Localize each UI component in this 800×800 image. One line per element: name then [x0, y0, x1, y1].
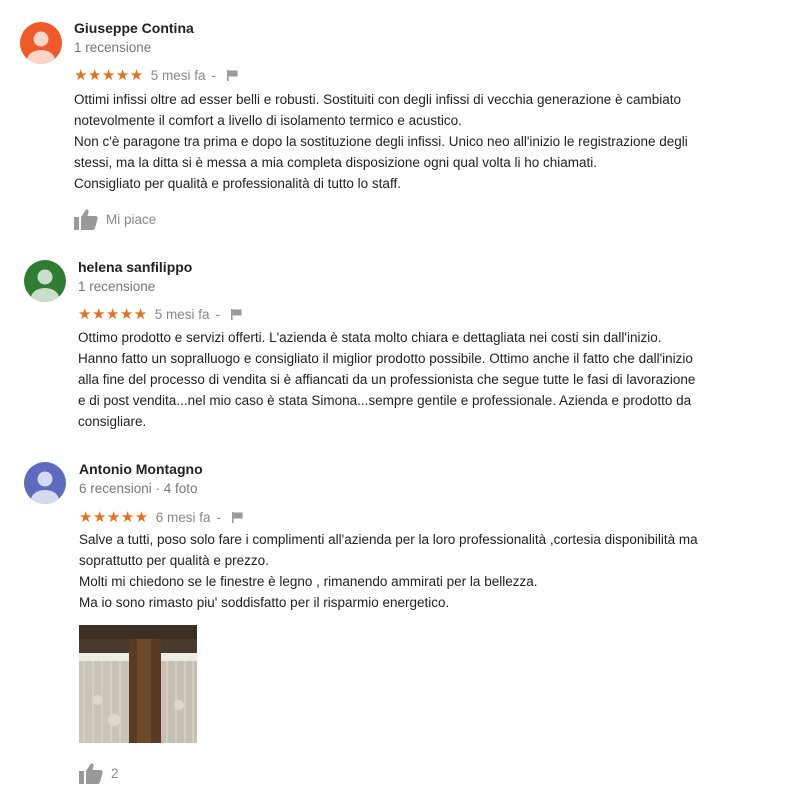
- review-text-line: Hanno fatto un sopralluogo e consigliato…: [78, 351, 693, 366]
- reviewer-name[interactable]: Antonio Montagno: [79, 461, 203, 477]
- review-text-line: notevolmente il comfort a livello di iso…: [74, 113, 462, 128]
- review-text-line: Consigliato per qualità e professionalit…: [74, 176, 401, 191]
- avatar[interactable]: [24, 462, 66, 504]
- star-rating: ★★★★★: [78, 306, 148, 323]
- review-count[interactable]: 1 recensione: [74, 40, 151, 55]
- review-text-line: Non c'è paragone tra prima e dopo la sos…: [74, 134, 688, 149]
- review-photo[interactable]: [79, 625, 197, 743]
- rating-row: ★★★★★ 6 mesi fa -: [79, 508, 243, 526]
- review-text-line: stessi, ma la ditta si è messa a mia com…: [74, 155, 597, 170]
- like-button[interactable]: 2: [79, 762, 119, 784]
- review-text-line: alla fine del processo di vendita si è a…: [78, 372, 696, 387]
- review-date: 6 mesi fa: [155, 509, 211, 525]
- review-text-line: consigliare.: [78, 414, 147, 429]
- star-rating: ★★★★★: [74, 67, 144, 84]
- flag-icon[interactable]: [232, 511, 243, 523]
- review-count[interactable]: 6 recensioni · 4 foto: [79, 481, 198, 496]
- reviewer-name[interactable]: helena sanfilippo: [78, 259, 192, 275]
- rating-row: ★★★★★ 5 mesi fa -: [78, 305, 242, 323]
- star-rating: ★★★★★: [79, 509, 149, 526]
- like-count: 2: [111, 765, 119, 781]
- like-button[interactable]: Mi piace: [74, 208, 156, 230]
- flag-icon[interactable]: [231, 308, 242, 320]
- review-text-line: Ma io sono rimasto piu' soddisfatto per …: [79, 595, 450, 610]
- review-date: 5 mesi fa: [150, 67, 206, 83]
- review-text: Ottimo prodotto e servizi offerti. L'azi…: [78, 327, 695, 432]
- review-text: Ottimi infissi oltre ad esser belli e ro…: [74, 89, 688, 194]
- like-label: Mi piace: [106, 211, 157, 227]
- person-icon: [24, 462, 66, 504]
- review-text-line: Ottimo prodotto e servizi offerti. L'azi…: [78, 330, 662, 345]
- separator: -: [211, 67, 217, 83]
- person-icon: [20, 22, 62, 64]
- separator: -: [216, 509, 222, 525]
- avatar[interactable]: [24, 260, 66, 302]
- person-icon: [24, 260, 66, 302]
- thumbs-up-icon: [74, 209, 98, 230]
- reviewer-name[interactable]: Giuseppe Contina: [74, 20, 194, 36]
- review-text: Salve a tutti, poso solo fare i complime…: [79, 529, 698, 613]
- separator: -: [215, 306, 221, 322]
- review-text-line: e di post vendita...nel mio caso è stata…: [78, 393, 692, 408]
- review-date: 5 mesi fa: [154, 306, 210, 322]
- thumbs-up-icon: [79, 763, 103, 784]
- review-text-line: Salve a tutti, poso solo fare i complime…: [79, 532, 698, 547]
- review-text-line: soprattutto per qualità e prezzo.: [79, 553, 269, 568]
- rating-row: ★★★★★ 5 mesi fa -: [74, 66, 238, 84]
- avatar[interactable]: [20, 22, 62, 64]
- review-text-line: Molti mi chiedono se le finestre è legno…: [79, 574, 538, 589]
- flag-icon[interactable]: [227, 69, 238, 81]
- review-count[interactable]: 1 recensione: [78, 279, 155, 294]
- review-text-line: Ottimi infissi oltre ad esser belli e ro…: [74, 92, 682, 107]
- window-photo: [79, 625, 197, 743]
